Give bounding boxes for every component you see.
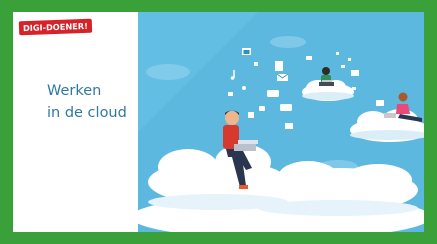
video-frame: Werken in de cloud DIGI-DOENER!: [0, 0, 437, 244]
title-line-1: Werken: [47, 83, 102, 99]
image-icon: [242, 48, 251, 55]
cloud-illustration: [138, 12, 424, 232]
brand-badge: DIGI-DOENER!: [18, 18, 93, 36]
title-line-2: in de cloud: [47, 105, 127, 121]
envelope-icon: [276, 73, 289, 81]
page-title: Werken in de cloud: [47, 80, 127, 124]
slide: Werken in de cloud DIGI-DOENER!: [13, 12, 424, 232]
title-panel: Werken in de cloud: [13, 12, 138, 232]
